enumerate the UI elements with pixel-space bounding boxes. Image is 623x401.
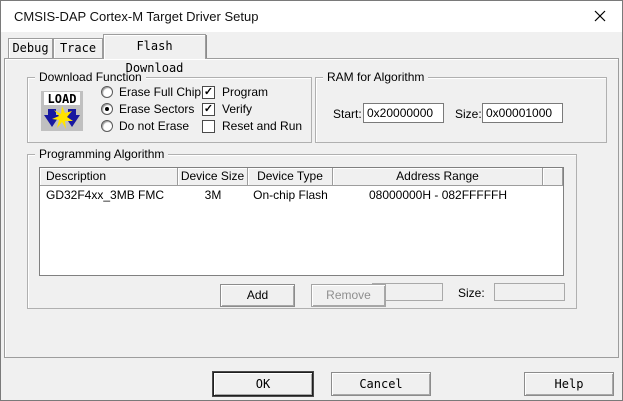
radio-label: Do not Erase [119, 119, 189, 133]
checkbox-checked-icon: ✓ [202, 103, 215, 116]
programming-algorithm-legend: Programming Algorithm [35, 147, 168, 161]
flash-download-dialog: CMSIS-DAP Cortex-M Target Driver Setup D… [0, 0, 623, 401]
prog-size-input [494, 283, 565, 301]
checkbox-label: Program [222, 85, 268, 99]
checkbox-label: Verify [222, 102, 252, 116]
ram-start-input[interactable] [363, 103, 444, 123]
prog-size-label: Size: [458, 286, 485, 300]
ram-start-label: Start: [333, 107, 362, 121]
radio-icon [101, 86, 113, 98]
cancel-button[interactable]: Cancel [331, 372, 431, 396]
ok-button[interactable]: OK [213, 372, 313, 396]
column-header-blank [543, 168, 563, 186]
checkbox-program[interactable]: ✓ Program [202, 84, 268, 100]
programming-algorithm-group: Programming Algorithm Description Device… [27, 154, 577, 309]
radio-do-not-erase[interactable]: Do not Erase [101, 118, 189, 134]
checkbox-checked-icon: ✓ [202, 86, 215, 99]
close-button[interactable] [577, 1, 622, 31]
tab-trace[interactable]: Trace [53, 38, 103, 58]
cell-device-size: 3M [178, 186, 248, 204]
ram-size-input[interactable] [482, 103, 563, 123]
cell-address-range: 08000000H - 082FFFFFH [333, 186, 543, 204]
checkbox-label: Reset and Run [222, 119, 302, 133]
load-icon: LOAD [41, 91, 83, 131]
column-header-device-size[interactable]: Device Size [178, 168, 248, 186]
titlebar: CMSIS-DAP Cortex-M Target Driver Setup [1, 1, 622, 32]
help-button[interactable]: Help [524, 372, 614, 396]
table-row[interactable]: GD32F4xx_3MB FMC 3M On-chip Flash 080000… [40, 186, 563, 204]
algorithm-table: Description Device Size Device Type Addr… [39, 167, 564, 276]
cell-device-type: On-chip Flash [248, 186, 333, 204]
tab-flash-download[interactable]: Flash Download [103, 34, 206, 59]
radio-erase-sectors[interactable]: Erase Sectors [101, 101, 194, 117]
radio-label: Erase Full Chip [119, 85, 201, 99]
radio-label: Erase Sectors [119, 102, 194, 116]
ram-size-label: Size: [455, 107, 482, 121]
add-button[interactable]: Add [220, 284, 295, 307]
ram-legend: RAM for Algorithm [323, 70, 428, 84]
close-icon [594, 10, 606, 22]
tab-page: Download Function LOAD Erase Full Chip E… [4, 58, 619, 358]
radio-selected-icon [101, 103, 113, 115]
svg-text:LOAD: LOAD [48, 92, 77, 106]
column-header-description[interactable]: Description [40, 168, 178, 186]
column-header-device-type[interactable]: Device Type [248, 168, 333, 186]
checkbox-reset-and-run[interactable]: Reset and Run [202, 118, 302, 134]
remove-button[interactable]: Remove [311, 284, 386, 307]
checkbox-verify[interactable]: ✓ Verify [202, 101, 252, 117]
cell-description: GD32F4xx_3MB FMC [40, 186, 178, 204]
column-header-address-range[interactable]: Address Range [333, 168, 543, 186]
checkbox-unchecked-icon [202, 120, 215, 133]
radio-erase-full-chip[interactable]: Erase Full Chip [101, 84, 201, 100]
tab-debug[interactable]: Debug [8, 38, 53, 58]
algorithm-table-header: Description Device Size Device Type Addr… [40, 168, 563, 186]
radio-icon [101, 120, 113, 132]
download-function-group: Download Function LOAD Erase Full Chip E… [27, 77, 312, 143]
window-title: CMSIS-DAP Cortex-M Target Driver Setup [14, 1, 258, 32]
ram-for-algorithm-group: RAM for Algorithm Start: Size: [315, 77, 607, 143]
